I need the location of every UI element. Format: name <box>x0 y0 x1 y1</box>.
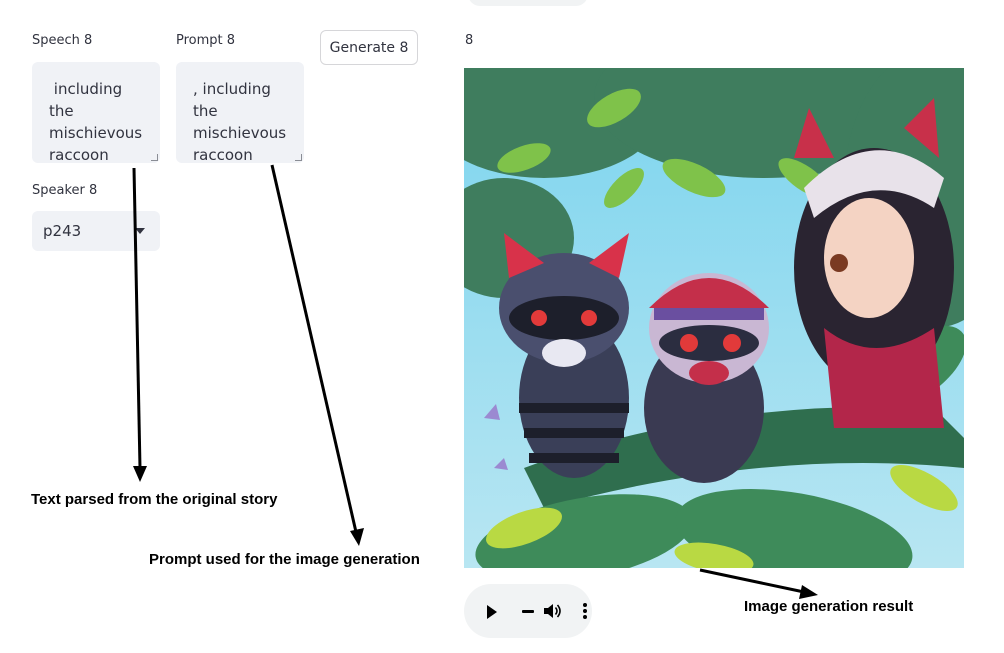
speech-arrow <box>132 167 142 469</box>
speech-arrowhead <box>133 466 147 482</box>
image-arrowhead <box>799 585 818 599</box>
prompt-arrow <box>270 164 358 533</box>
image-annotation: Image generation result <box>744 598 914 615</box>
image-arrow <box>699 568 805 594</box>
speech-annotation: Text parsed from the original story <box>31 491 278 508</box>
prompt-annotation: Prompt used for the image generation <box>149 551 420 568</box>
prompt-arrowhead <box>350 528 364 546</box>
